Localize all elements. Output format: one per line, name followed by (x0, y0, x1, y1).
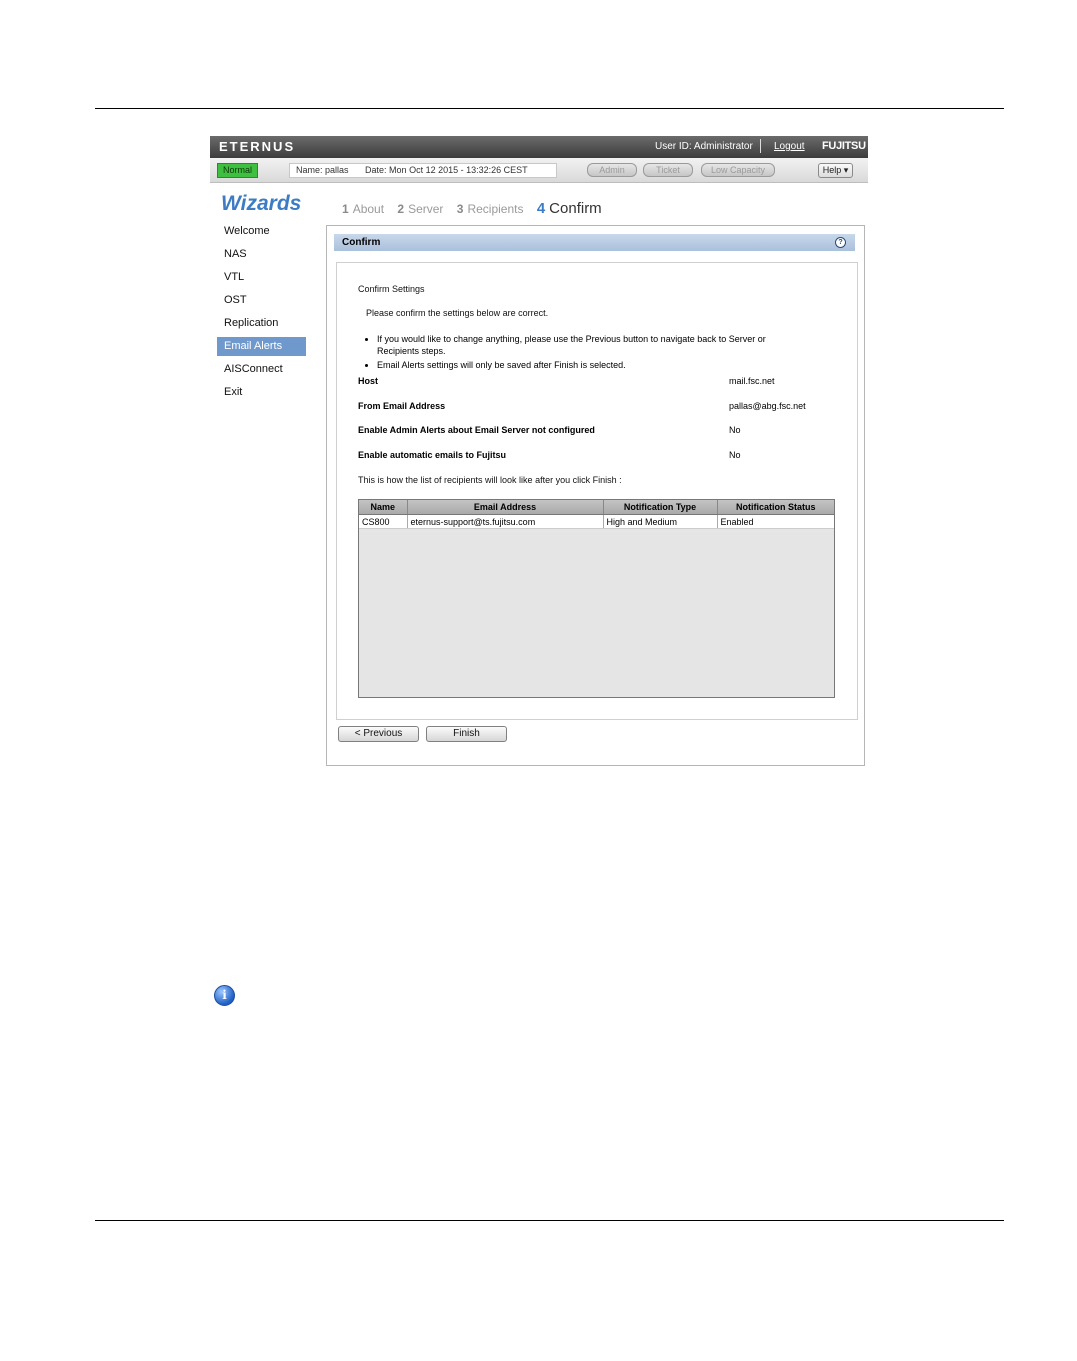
column-header-email[interactable]: Email Address (407, 500, 604, 515)
page-bottom-rule (95, 1220, 1004, 1221)
logout-link[interactable]: Logout (774, 141, 805, 152)
system-date: Date: Mon Oct 12 2015 - 13:32:26 CEST (365, 165, 528, 175)
confirm-settings-box: Confirm Settings Please confirm the sett… (336, 262, 858, 720)
sidebar-item-aisconnect[interactable]: AISConnect (217, 360, 306, 383)
section-title: Confirm Settings (358, 284, 425, 294)
admin-alerts-label: Enable Admin Alerts about Email Server n… (358, 425, 595, 435)
sidebar-item-vtl[interactable]: VTL (217, 268, 306, 291)
notes-list: If you would like to change anything, pl… (361, 333, 797, 373)
help-menu-button[interactable]: Help ▾ (818, 163, 853, 178)
system-info-box: Name: pallas Date: Mon Oct 12 2015 - 13:… (289, 163, 557, 178)
note-finish: Email Alerts settings will only be saved… (377, 359, 797, 371)
fujitsu-emails-value: No (729, 450, 741, 460)
sidebar-item-welcome[interactable]: Welcome (217, 222, 306, 245)
column-header-notification-status[interactable]: Notification Status (717, 500, 834, 515)
host-label: Host (358, 376, 378, 386)
system-name: Name: pallas (296, 165, 349, 175)
cell-notification-type: High and Medium (603, 514, 718, 529)
sidebar-item-ost[interactable]: OST (217, 291, 306, 314)
column-header-notification-type[interactable]: Notification Type (603, 500, 718, 515)
confirm-panel: Confirm ? Confirm Settings Please confir… (326, 225, 865, 766)
recipients-table: Name Email Address Notification Type Not… (358, 499, 835, 698)
top-bar: ETERNUS User ID: Administrator Logout FU… (210, 136, 868, 158)
previous-button[interactable]: < Previous (338, 726, 419, 742)
admin-alerts-value: No (729, 425, 741, 435)
ticket-button[interactable]: Ticket (643, 163, 693, 177)
page-top-rule (95, 108, 1004, 109)
page-title: Wizards (221, 192, 302, 215)
from-email-value: pallas@abg.fsc.net (729, 401, 806, 411)
admin-button[interactable]: Admin (587, 163, 637, 177)
fujitsu-logo: FUJITSU (822, 140, 866, 152)
table-header-row: Name Email Address Notification Type Not… (359, 500, 834, 515)
sidebar-item-nas[interactable]: NAS (217, 245, 306, 268)
brand-logo: ETERNUS (219, 139, 296, 154)
sidebar-item-replication[interactable]: Replication (217, 314, 306, 337)
step-recipients[interactable]: 3 Recipients (457, 202, 524, 216)
finish-button[interactable]: Finish (426, 726, 507, 742)
eternus-screenshot: ETERNUS User ID: Administrator Logout FU… (210, 136, 868, 768)
fujitsu-emails-label: Enable automatic emails to Fujitsu (358, 450, 507, 460)
table-row[interactable]: CS800 eternus-support@ts.fujitsu.com Hig… (359, 514, 834, 529)
cell-notification-status: Enabled (717, 514, 834, 529)
panel-header: Confirm ? (334, 234, 855, 251)
wizard-steps: 1 About 2 Server 3 Recipients 4 Confirm (342, 200, 612, 217)
wizard-sidebar: Welcome NAS VTL OST Replication Email Al… (217, 222, 306, 406)
user-id-label: User ID: Administrator (655, 141, 753, 152)
cell-email: eternus-support@ts.fujitsu.com (407, 514, 604, 529)
panel-title: Confirm (342, 237, 381, 248)
cell-name: CS800 (359, 514, 408, 529)
low-capacity-button[interactable]: Low Capacity (701, 163, 775, 177)
sidebar-item-email-alerts[interactable]: Email Alerts (217, 337, 306, 356)
note-previous: If you would like to change anything, pl… (377, 333, 797, 357)
step-server[interactable]: 2 Server (397, 202, 443, 216)
step-confirm: 4 Confirm (536, 200, 602, 217)
recipients-caption: This is how the list of recipients will … (358, 475, 622, 485)
column-header-name[interactable]: Name (359, 500, 408, 515)
info-icon: i (214, 985, 235, 1006)
confirm-intro: Please confirm the settings below are co… (366, 308, 549, 318)
sidebar-item-exit[interactable]: Exit (217, 383, 306, 406)
from-email-label: From Email Address (358, 401, 446, 411)
status-bar: Normal Name: pallas Date: Mon Oct 12 201… (210, 158, 868, 183)
system-status-badge: Normal (217, 163, 258, 178)
host-value: mail.fsc.net (729, 376, 775, 386)
top-bar-separator (760, 139, 761, 153)
question-icon[interactable]: ? (835, 237, 846, 248)
step-about[interactable]: 1 About (342, 202, 384, 216)
